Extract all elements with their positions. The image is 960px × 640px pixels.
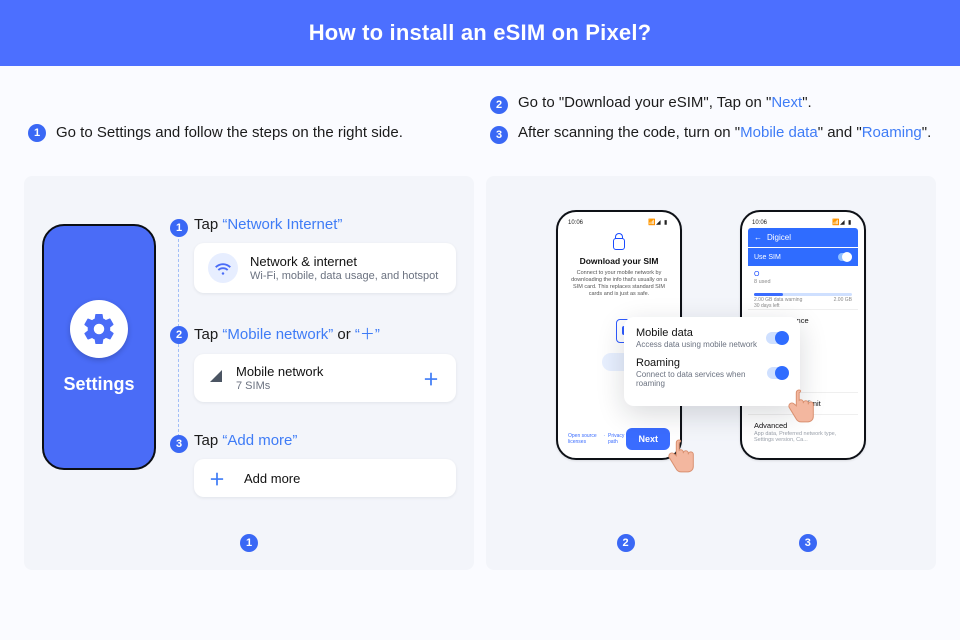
gear-icon: [70, 300, 128, 358]
intro-row-3: 3 After scanning the code, turn on "Mobi…: [486, 124, 936, 144]
status-bar: 10:06 📶◢▮: [748, 218, 858, 228]
steps: 1 Tap “Network Internet” Network & inter…: [170, 216, 456, 552]
step-2: 2 Tap “Mobile network” or “＋” Mobile net…: [170, 323, 456, 402]
wifi-icon: 📶: [648, 220, 654, 226]
panel-foot-badge-2: 2: [617, 534, 635, 552]
phones-row: 10:06 📶◢▮ Download your SIM Connect to y…: [506, 210, 916, 460]
intro-row-1: 1 Go to Settings and follow the steps on…: [24, 84, 474, 142]
phone-settings: Settings: [42, 224, 156, 470]
panel-right: 10:06 📶◢▮ Download your SIM Connect to y…: [486, 176, 936, 570]
phone1-sub: Connect to your mobile network by downlo…: [570, 270, 668, 299]
phone-settings-label: Settings: [63, 374, 134, 395]
step-badge: 3: [170, 435, 188, 453]
panel-columns: Settings 1 Tap “Network Internet” Networ…: [0, 162, 960, 570]
intro-text: Go to "Download your eSIM", Tap on "Next…: [518, 94, 812, 111]
signal-icon: ◢: [840, 220, 846, 226]
battery-icon: ▮: [664, 220, 670, 226]
toggle-icon[interactable]: [767, 367, 788, 379]
lock-icon: [613, 238, 625, 250]
card-mobile-network[interactable]: Mobile network 7 SIMs ＋: [194, 354, 456, 402]
phone-data-roaming: 10:06 📶◢▮ ← Digicel Use SIM O 8 used: [740, 210, 866, 460]
card-title: Add more: [244, 471, 300, 486]
card-title: Network & internet: [250, 254, 438, 269]
hl-mobiledata: Mobile data: [740, 124, 818, 141]
page-hero: How to install an eSIM on Pixel?: [0, 0, 960, 66]
step-badge: 3: [490, 126, 508, 144]
card-add-more[interactable]: ＋ Add more: [194, 459, 456, 497]
step-1: 1 Tap “Network Internet” Network & inter…: [170, 216, 456, 293]
wifi-icon: 📶: [832, 220, 838, 226]
toggle-overlay: Mobile data Access data using mobile net…: [624, 317, 800, 406]
card-network-internet[interactable]: Network & internet Wi-Fi, mobile, data u…: [194, 243, 456, 293]
hl-next: Next: [771, 94, 802, 111]
status-bar: 10:06 📶◢▮: [564, 218, 674, 228]
intro-columns: 1 Go to Settings and follow the steps on…: [0, 66, 960, 162]
legal-links[interactable]: Open source licenses·Privacy path: [568, 433, 626, 445]
use-sim-row[interactable]: Use SIM: [748, 248, 858, 266]
panel-foot-badge-1: 1: [240, 534, 258, 552]
page-title: How to install an eSIM on Pixel?: [309, 20, 652, 46]
panel-foot-badge-3: 3: [799, 534, 817, 552]
intro-row-2: 2 Go to "Download your eSIM", Tap on "Ne…: [486, 94, 936, 114]
overlay-row-roaming[interactable]: Roaming Connect to data services when ro…: [636, 357, 788, 388]
phone1-title: Download your SIM: [580, 256, 659, 266]
usage-bar: [754, 293, 852, 296]
toggle-icon[interactable]: [838, 253, 852, 261]
toggle-icon[interactable]: [766, 332, 788, 344]
battery-icon: ▮: [848, 220, 854, 226]
plus-icon: ＋: [208, 469, 226, 487]
signal-icon: ◢: [656, 220, 662, 226]
card-sub: 7 SIMs: [236, 380, 323, 392]
overlay-row-mobile-data[interactable]: Mobile data Access data using mobile net…: [636, 327, 788, 349]
carrier-header: ← Digicel: [748, 228, 858, 247]
step-3: 3 Tap “Add more” ＋ Add more: [170, 432, 456, 497]
card-title: Mobile network: [236, 364, 323, 379]
back-arrow-icon[interactable]: ←: [754, 233, 762, 242]
row-advanced[interactable]: Advanced App data, Preferred network typ…: [748, 414, 858, 449]
panel-left: Settings 1 Tap “Network Internet” Networ…: [24, 176, 474, 570]
left-intro: 1 Go to Settings and follow the steps on…: [24, 66, 474, 162]
card-sub: Wi-Fi, mobile, data usage, and hotspot: [250, 270, 438, 282]
intro-text: After scanning the code, turn on "Mobile…: [518, 124, 931, 141]
plus-icon[interactable]: ＋: [422, 369, 440, 387]
intro-text: Go to Settings and follow the steps on t…: [56, 124, 403, 141]
signal-icon: [208, 368, 224, 389]
plan-label: O 8 used: [748, 266, 858, 290]
step-badge: 1: [170, 219, 188, 237]
step-badge: 2: [170, 326, 188, 344]
wifi-icon: [208, 253, 238, 283]
step-badge: 1: [28, 124, 46, 142]
next-button[interactable]: Next: [626, 428, 670, 450]
usage-labels: 2.00 GB data warning30 days left 2.00 GB: [754, 297, 852, 309]
right-intro: 2 Go to "Download your eSIM", Tap on "Ne…: [486, 66, 936, 162]
hl-roaming: Roaming: [862, 124, 922, 141]
step-badge: 2: [490, 96, 508, 114]
